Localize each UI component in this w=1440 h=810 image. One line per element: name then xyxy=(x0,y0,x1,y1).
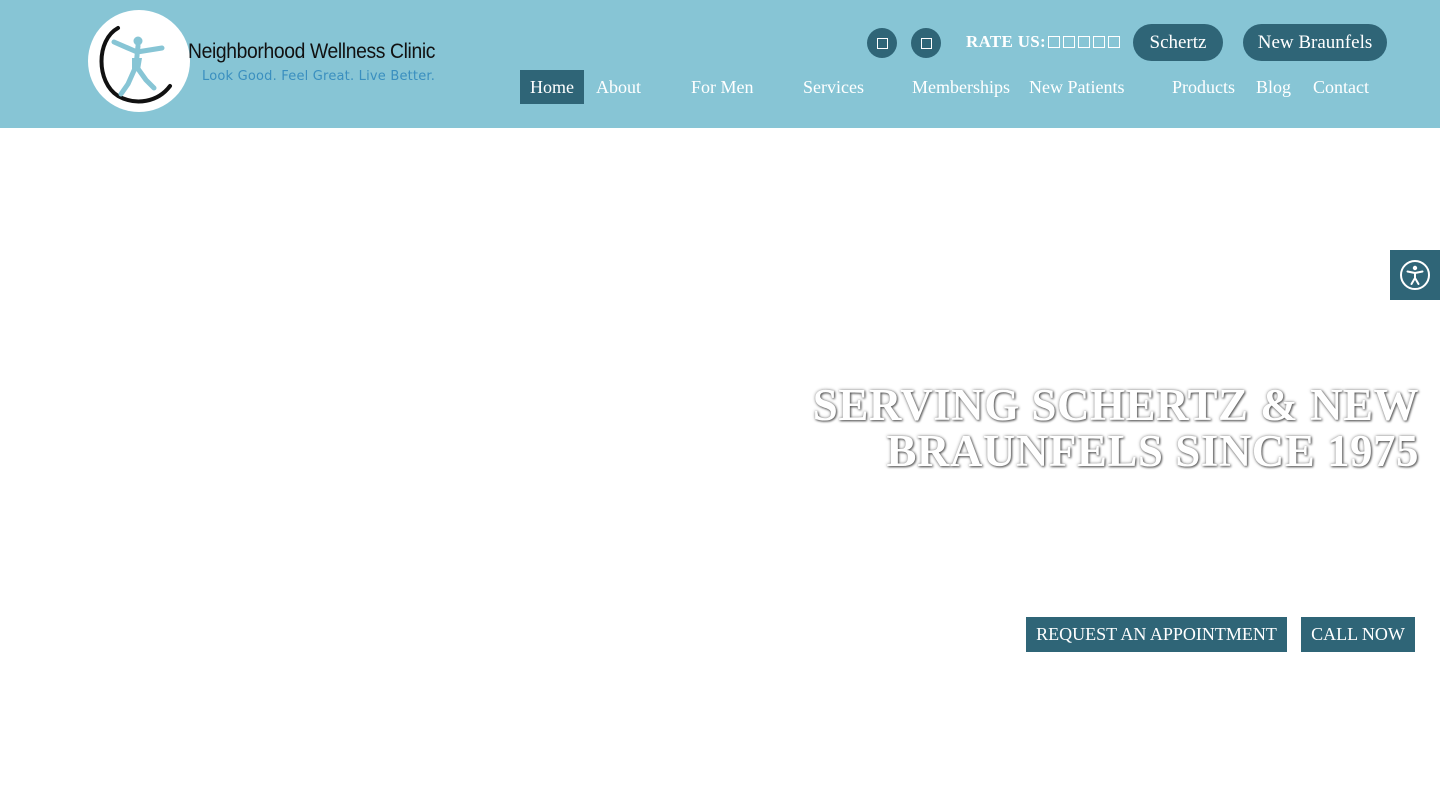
star-icon[interactable] xyxy=(1108,36,1120,48)
request-appointment-button[interactable]: REQUEST AN APPOINTMENT xyxy=(1026,617,1287,652)
rate-us-label: RATE US: xyxy=(966,32,1047,51)
nav-products[interactable]: Products xyxy=(1172,70,1235,104)
location-new-braunfels-button[interactable]: New Braunfels xyxy=(1243,24,1387,61)
nav-memberships[interactable]: Memberships xyxy=(912,70,1010,104)
site-header: Neighborhood Wellness Clinic Look Good. … xyxy=(0,0,1440,128)
social-button-1[interactable] xyxy=(867,28,897,58)
location-schertz-button[interactable]: Schertz xyxy=(1133,24,1223,61)
square-icon xyxy=(920,37,932,49)
call-now-button[interactable]: CALL NOW xyxy=(1301,617,1415,652)
star-icon[interactable] xyxy=(1093,36,1105,48)
nav-about[interactable]: About xyxy=(596,70,641,104)
hero-title-line-2: BRAUNFELS SINCE 1975 xyxy=(886,426,1419,476)
rating-stars[interactable] xyxy=(1048,36,1120,48)
social-button-2[interactable] xyxy=(911,28,941,58)
star-icon[interactable] xyxy=(1078,36,1090,48)
star-icon[interactable] xyxy=(1048,36,1060,48)
dancer-logo-icon xyxy=(99,26,172,104)
star-icon[interactable] xyxy=(1063,36,1075,48)
nav-services[interactable]: Services xyxy=(803,70,864,104)
nav-home[interactable]: Home xyxy=(520,70,584,104)
nav-for-men[interactable]: For Men xyxy=(691,70,754,104)
nav-blog[interactable]: Blog xyxy=(1256,70,1291,104)
hero-title-line-1: SERVING SCHERTZ & NEW xyxy=(812,380,1419,430)
accessibility-toolbar-button[interactable] xyxy=(1390,250,1440,300)
brand-tagline: Look Good. Feel Great. Live Better. xyxy=(202,69,436,84)
nav-contact[interactable]: Contact xyxy=(1313,70,1369,104)
nav-new-patients[interactable]: New Patients xyxy=(1029,70,1124,104)
accessibility-icon xyxy=(1400,260,1430,290)
site-logo[interactable]: Neighborhood Wellness Clinic Look Good. … xyxy=(88,10,448,112)
logo-emblem xyxy=(88,10,190,112)
hero-title: SERVING SCHERTZ & NEW BRAUNFELS SINCE 19… xyxy=(813,382,1419,474)
brand-name: Neighborhood Wellness Clinic xyxy=(188,40,436,63)
square-icon xyxy=(876,37,888,49)
